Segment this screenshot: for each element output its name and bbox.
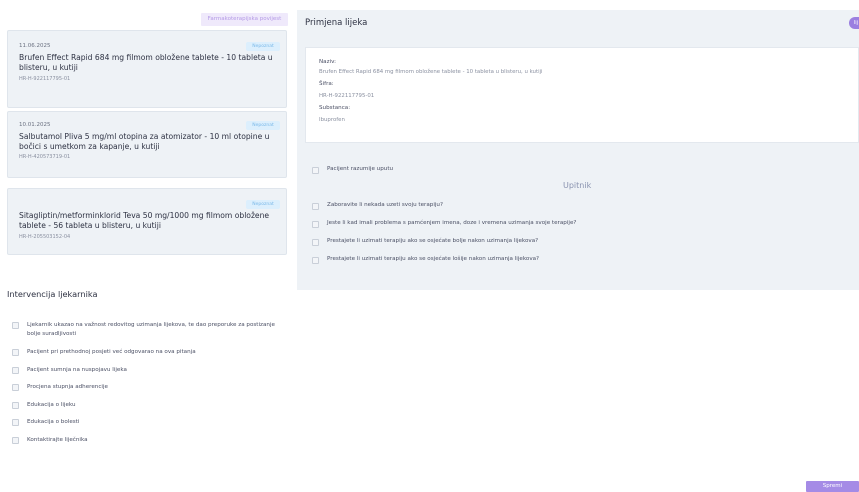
medication-card[interactable]: 11.06.2025 Nepoznat Brufen Effect Rapid … bbox=[7, 30, 287, 108]
status-badge: Nepoznat bbox=[246, 121, 280, 130]
intervention-title: Intervencija ljekarnika bbox=[7, 289, 98, 299]
avatar[interactable]: lij bbox=[849, 17, 859, 29]
name-label: Naziv: bbox=[319, 59, 336, 65]
checkbox[interactable] bbox=[12, 322, 19, 329]
checkbox[interactable] bbox=[312, 238, 319, 246]
questionnaire-title: Upitnik bbox=[563, 181, 592, 190]
checkbox[interactable] bbox=[12, 349, 19, 356]
status-badge: Nepoznat bbox=[246, 200, 280, 209]
name-value: Brufen Effect Rapid 684 mg filmom oblože… bbox=[319, 69, 543, 75]
medication-title: Salbutamol Pliva 5 mg/ml otopina za atom… bbox=[19, 132, 270, 151]
intervention-option[interactable]: Edukacija o lijeku bbox=[12, 401, 76, 410]
question-option[interactable]: Prestajete li uzimati terapiju ako se os… bbox=[312, 255, 539, 264]
question-label: Prestajete li uzimati terapiju ako se os… bbox=[327, 256, 540, 262]
substance-value: Ibuprofen bbox=[319, 117, 345, 123]
intervention-option[interactable]: Procjena stupnja adherencije bbox=[12, 383, 108, 392]
medication-title: Sitagliptin/metforminklorid Teva 50 mg/1… bbox=[19, 211, 270, 230]
understands-instructions-option[interactable]: Pacijent razumije uputu bbox=[312, 165, 393, 174]
medication-history-button[interactable]: Farmakoterapijska povijest bbox=[201, 13, 288, 26]
code-value: HR-H-922117795-01 bbox=[319, 93, 375, 99]
checkbox[interactable] bbox=[312, 202, 319, 210]
checkbox-label: Edukacija o lijeku bbox=[27, 402, 76, 408]
checkbox-label: Pacijent sumnja na nuspojavu lijeka bbox=[27, 367, 127, 373]
medication-use-panel: Primjena lijeka lij Naziv: Brufen Effect… bbox=[297, 10, 859, 290]
checkbox-label: Pacijent razumije uputu bbox=[327, 166, 394, 172]
question-option[interactable]: Jeste li kad imali problema s pamćenjem … bbox=[312, 219, 576, 228]
panel-title: Primjena lijeka bbox=[305, 18, 368, 28]
checkbox-label: Pacijent pri prethodnoj posjeti već odgo… bbox=[27, 349, 196, 355]
medication-card[interactable]: Nepoznat Sitagliptin/metforminklorid Tev… bbox=[7, 188, 287, 255]
checkbox[interactable] bbox=[12, 437, 19, 444]
checkbox[interactable] bbox=[12, 367, 19, 374]
checkbox[interactable] bbox=[312, 166, 319, 174]
code-label: Šifra: bbox=[319, 81, 334, 87]
medication-details-card: Naziv: Brufen Effect Rapid 684 mg filmom… bbox=[305, 47, 859, 143]
intervention-option[interactable]: Ljekarnik ukazao na važnost redovitog uz… bbox=[12, 321, 287, 339]
save-button[interactable]: Spremi bbox=[806, 481, 859, 492]
medication-code: HR-H-205503152-04 bbox=[19, 234, 71, 240]
question-label: Jeste li kad imali problema s pamćenjem … bbox=[327, 220, 577, 226]
checkbox[interactable] bbox=[312, 220, 319, 228]
checkbox-label: Edukacija o bolesti bbox=[27, 419, 80, 425]
medication-code: HR-H-420573719-01 bbox=[19, 154, 71, 160]
intervention-option[interactable]: Pacijent pri prethodnoj posjeti već odgo… bbox=[12, 348, 196, 357]
medication-code: HR-H-922117795-01 bbox=[19, 76, 71, 82]
checkbox[interactable] bbox=[12, 419, 19, 426]
intervention-option[interactable]: Edukacija o bolesti bbox=[12, 418, 79, 427]
checkbox[interactable] bbox=[12, 384, 19, 391]
status-badge: Nepoznat bbox=[246, 42, 280, 51]
substance-label: Substanca: bbox=[319, 105, 351, 111]
intervention-option[interactable]: Pacijent sumnja na nuspojavu lijeka bbox=[12, 366, 127, 375]
checkbox[interactable] bbox=[12, 402, 19, 409]
question-label: Prestajete li uzimati terapiju ako se os… bbox=[327, 238, 539, 244]
checkbox-label: Kontaktirajte liječnika bbox=[27, 437, 88, 443]
intervention-option[interactable]: Kontaktirajte liječnika bbox=[12, 436, 88, 445]
checkbox[interactable] bbox=[312, 256, 319, 264]
medication-date: 10.01.2025 bbox=[19, 122, 51, 128]
medication-card[interactable]: 10.01.2025 Nepoznat Salbutamol Pliva 5 m… bbox=[7, 111, 287, 178]
question-option[interactable]: Prestajete li uzimati terapiju ako se os… bbox=[312, 237, 538, 246]
checkbox-label: Ljekarnik ukazao na važnost redovitog uz… bbox=[27, 322, 275, 337]
question-label: Zaboravite li nekada uzeti svoju terapij… bbox=[327, 202, 443, 208]
checkbox-label: Procjena stupnja adherencije bbox=[27, 384, 108, 390]
medication-date: 11.06.2025 bbox=[19, 43, 51, 49]
medication-title: Brufen Effect Rapid 684 mg filmom oblože… bbox=[19, 53, 273, 72]
question-option[interactable]: Zaboravite li nekada uzeti svoju terapij… bbox=[312, 201, 443, 210]
